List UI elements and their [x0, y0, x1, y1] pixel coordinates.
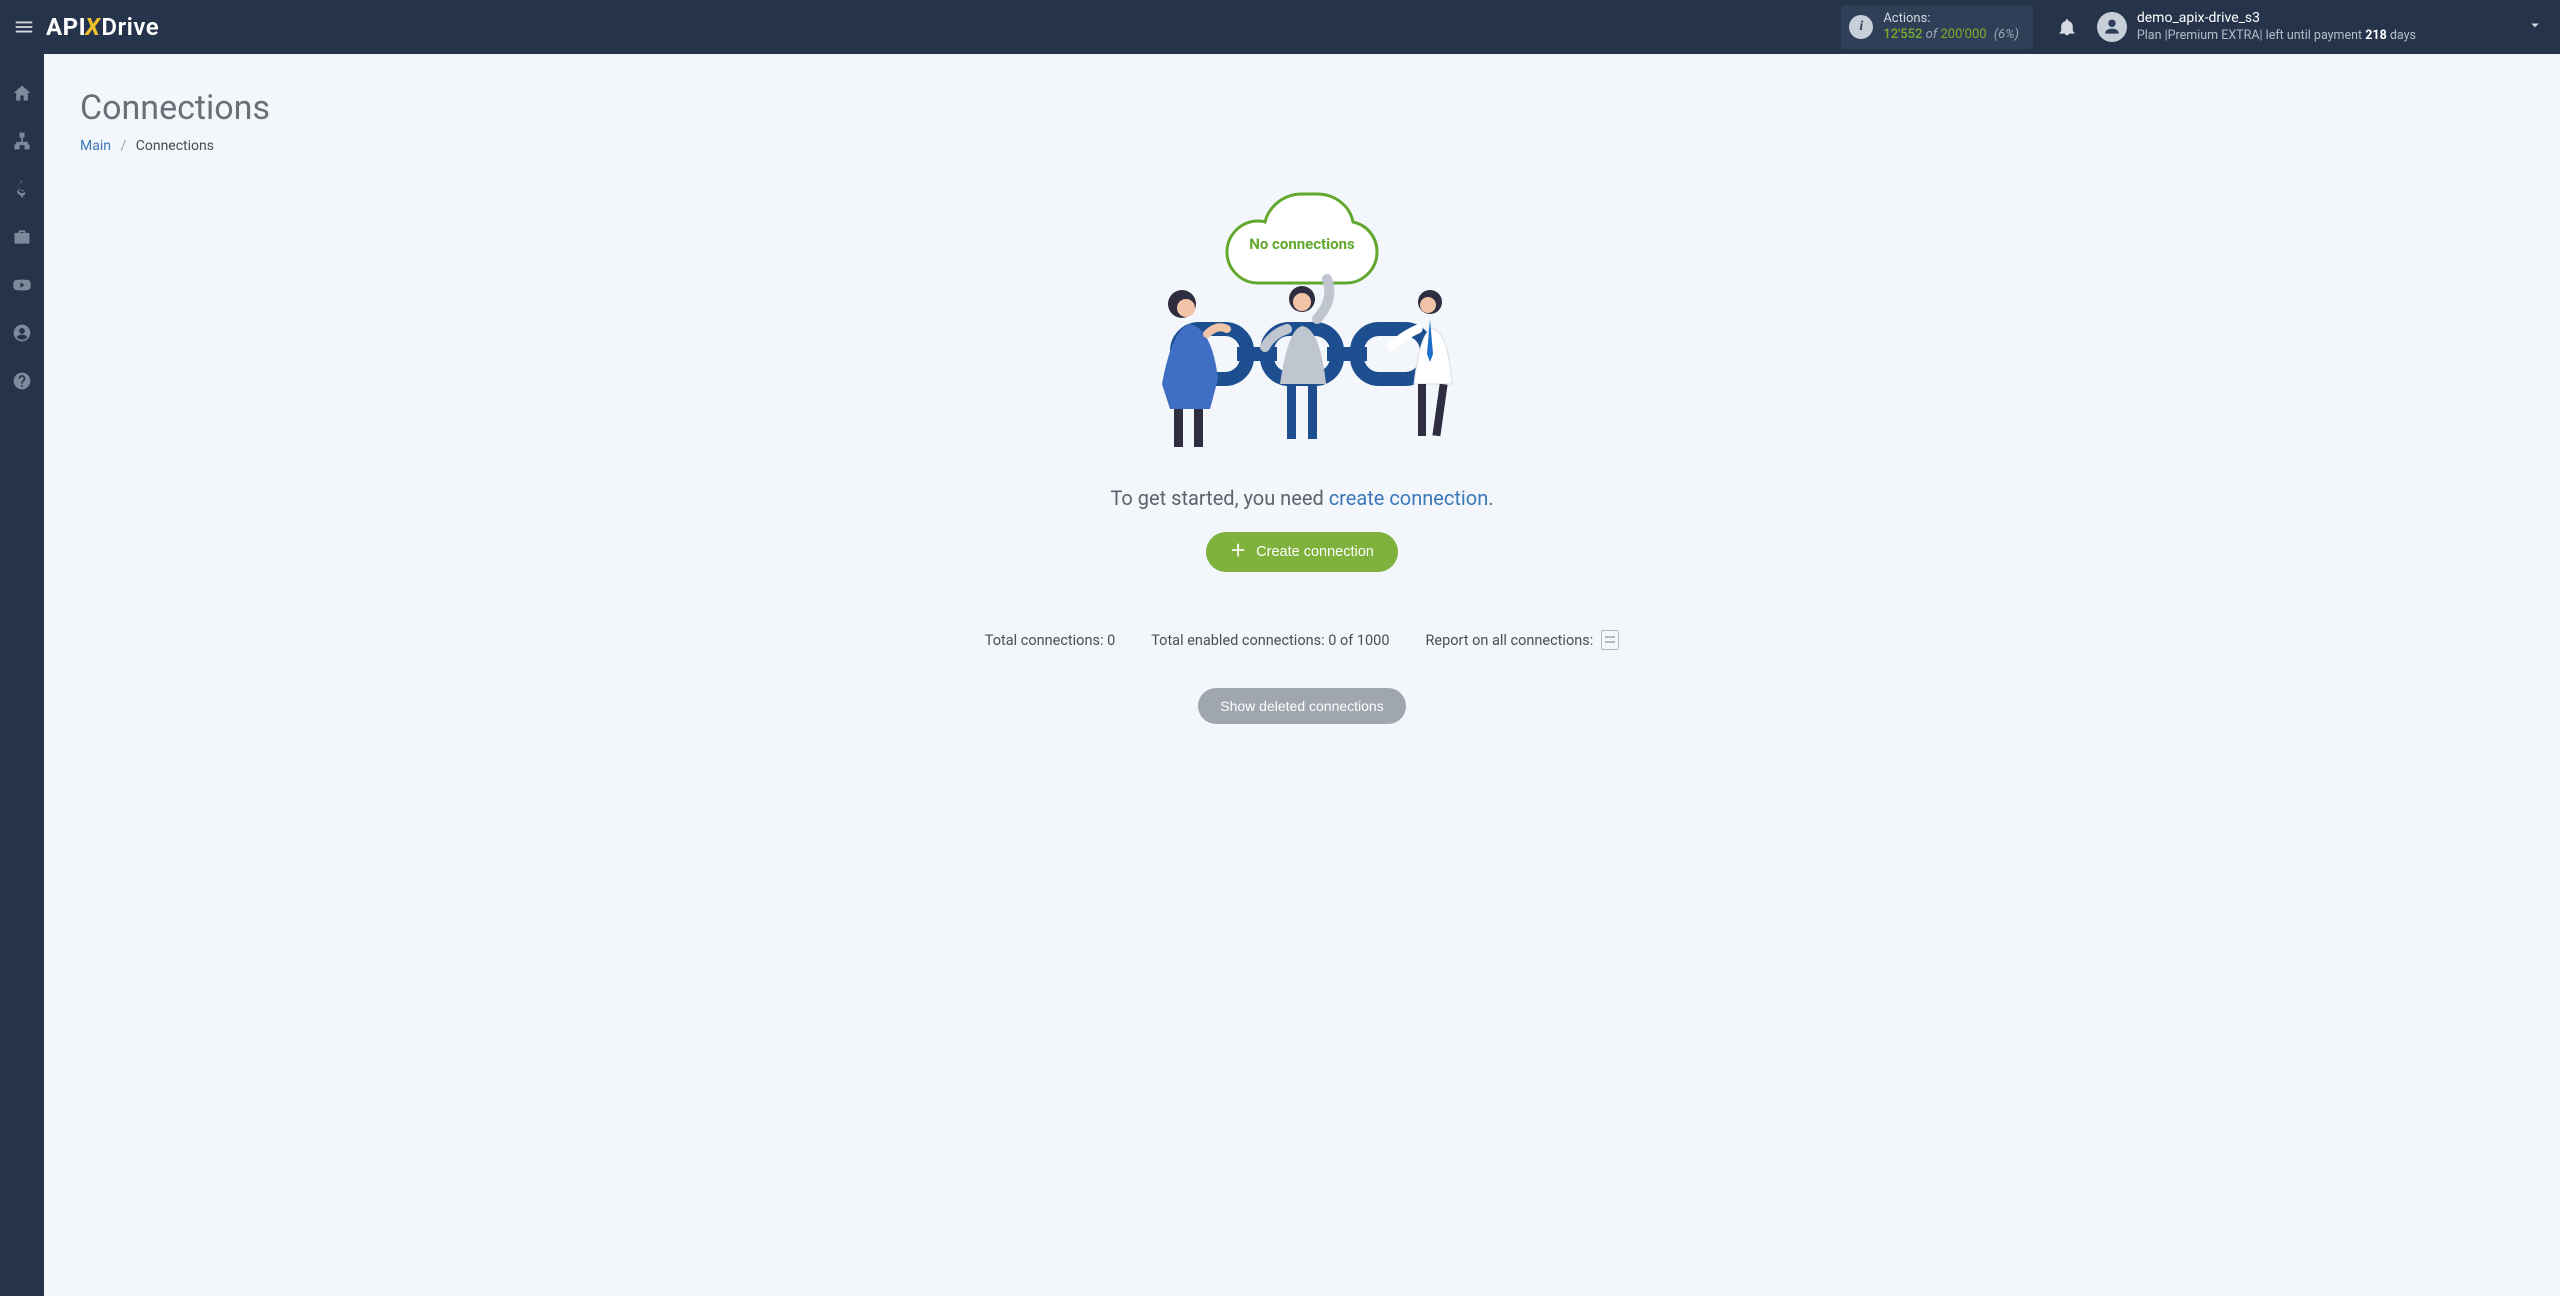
actions-of: of	[1926, 27, 1938, 42]
sidebar-item-video[interactable]	[0, 270, 44, 300]
main-content: Connections Main / Connections No connec…	[44, 54, 2560, 1296]
brand-logo[interactable]: API X Drive	[46, 13, 159, 41]
actions-label: Actions:	[1883, 11, 2019, 27]
breadcrumb-current: Connections	[136, 138, 214, 154]
sidebar-item-help[interactable]	[0, 366, 44, 396]
bell-icon	[2057, 17, 2077, 37]
sidebar-item-briefcase[interactable]	[0, 222, 44, 252]
sidebar-item-account[interactable]	[0, 318, 44, 348]
enabled-connections: Total enabled connections: 0 of 1000	[1151, 632, 1389, 649]
avatar	[2097, 12, 2127, 42]
actions-limit: 200'000	[1940, 27, 1986, 42]
actions-pct: (6%)	[1994, 27, 2019, 42]
plan-days: 218	[2365, 28, 2387, 43]
prompt-prefix: To get started, you need	[1110, 486, 1328, 510]
create-connection-link[interactable]: create connection	[1329, 486, 1489, 510]
user-text: demo_apix-drive_s3 Plan |Premium EXTRA| …	[2137, 10, 2416, 43]
document-icon[interactable]	[1601, 630, 1619, 650]
report-all: Report on all connections:	[1425, 630, 1619, 650]
home-icon	[12, 83, 32, 103]
plan-name: Premium EXTRA	[2168, 28, 2260, 43]
report-label: Report on all connections:	[1425, 632, 1593, 649]
notifications-button[interactable]	[2051, 11, 2083, 43]
plan-mid: | left until payment	[2260, 28, 2366, 43]
user-caret	[2526, 16, 2544, 38]
briefcase-icon	[12, 227, 32, 247]
youtube-icon	[12, 275, 32, 295]
sidebar-item-home[interactable]	[0, 78, 44, 108]
user-menu[interactable]: demo_apix-drive_s3 Plan |Premium EXTRA| …	[2097, 10, 2544, 43]
user-plan: Plan |Premium EXTRA| left until payment …	[2137, 28, 2416, 44]
breadcrumb-sep: /	[120, 138, 126, 154]
total-connections: Total connections: 0	[985, 632, 1115, 649]
total-value: 0	[1107, 632, 1115, 649]
get-started-text: To get started, you need create connecti…	[1110, 486, 1493, 510]
stats-row: Total connections: 0 Total enabled conne…	[985, 630, 1619, 650]
create-connection-button[interactable]: ＋ Create connection	[1206, 532, 1398, 572]
total-label: Total connections:	[985, 632, 1104, 649]
plus-icon: ＋	[1230, 544, 1246, 560]
user-circle-icon	[12, 323, 32, 343]
no-connections-illustration: No connections	[1122, 184, 1482, 464]
sidebar-item-connections[interactable]	[0, 126, 44, 156]
info-icon: i	[1849, 15, 1873, 39]
cloud-text: No connections	[1249, 235, 1355, 253]
breadcrumb-root[interactable]: Main	[80, 138, 111, 154]
create-connection-label: Create connection	[1256, 544, 1374, 560]
brand-x: X	[85, 13, 100, 41]
page-title: Connections	[80, 88, 2524, 128]
plan-days-suffix: days	[2387, 28, 2416, 43]
chevron-down-icon	[2526, 16, 2544, 34]
sidebar	[0, 54, 44, 1296]
prompt-suffix: .	[1488, 486, 1493, 510]
menu-button[interactable]	[8, 11, 40, 43]
show-deleted-button[interactable]: Show deleted connections	[1198, 688, 1405, 724]
actions-usage[interactable]: i Actions: 12'552 of 200'000 (6%)	[1841, 5, 2033, 50]
menu-icon	[13, 16, 35, 38]
user-name: demo_apix-drive_s3	[2137, 10, 2416, 28]
sidebar-item-billing[interactable]	[0, 174, 44, 204]
plan-prefix: Plan |	[2137, 28, 2168, 43]
sitemap-icon	[12, 131, 32, 151]
help-icon	[12, 371, 32, 391]
actions-text: Actions: 12'552 of 200'000 (6%)	[1883, 11, 2019, 44]
enabled-value: 0 of 1000	[1328, 632, 1389, 649]
user-icon	[2102, 17, 2122, 37]
enabled-label: Total enabled connections:	[1151, 632, 1324, 649]
dollar-icon	[12, 179, 32, 199]
topbar: API X Drive i Actions: 12'552 of 200'000…	[0, 0, 2560, 54]
actions-used: 12'552	[1883, 27, 1922, 42]
brand-part2: Drive	[101, 13, 159, 41]
brand-part1: API	[46, 13, 86, 41]
empty-state: No connections	[80, 184, 2524, 724]
breadcrumb: Main / Connections	[80, 138, 2524, 154]
